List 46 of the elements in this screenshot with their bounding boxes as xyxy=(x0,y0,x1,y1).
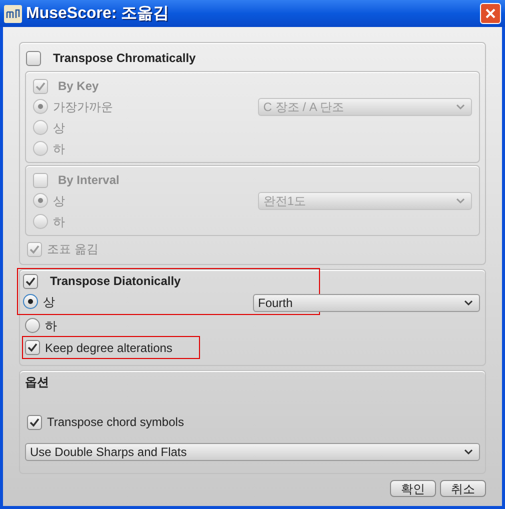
dropdown[interactable]: Use Double Sharps and Flats xyxy=(25,443,480,461)
dropdown[interactable]: Fourth xyxy=(253,294,480,312)
checkbox[interactable] xyxy=(33,78,48,94)
radio-button[interactable] xyxy=(23,294,38,309)
checkbox-label: Keep degree alterations xyxy=(45,340,172,356)
radio-label: 상 xyxy=(53,192,65,210)
window-title: MuseScore: 조옮김 xyxy=(26,4,170,24)
section-title: Transpose Diatonically xyxy=(50,273,181,290)
radio-button[interactable] xyxy=(33,120,48,135)
radio-label: 상 xyxy=(43,294,55,310)
checkbox[interactable] xyxy=(26,50,41,66)
radio-label: 하 xyxy=(53,140,65,158)
section-title: 옵션 xyxy=(25,374,50,391)
radio-button[interactable] xyxy=(33,193,48,208)
radio-button[interactable] xyxy=(25,318,40,333)
check-icon xyxy=(29,416,40,428)
checkbox[interactable] xyxy=(33,172,48,188)
check-icon xyxy=(27,342,38,353)
chevron-down-icon xyxy=(456,104,465,110)
check-icon xyxy=(25,276,36,286)
radio-label: 하 xyxy=(53,214,65,230)
check-icon xyxy=(29,244,40,254)
checkbox[interactable] xyxy=(27,414,42,430)
app-icon xyxy=(4,4,22,22)
checkbox-label: Transpose chord symbols xyxy=(47,414,184,431)
radio-label: 하 xyxy=(45,318,57,334)
checkbox-label: 조표 옮김 xyxy=(47,241,98,258)
chevron-down-icon xyxy=(464,300,473,306)
close-button[interactable] xyxy=(480,3,501,24)
group-title: By Key xyxy=(58,78,99,95)
chevron-down-icon xyxy=(464,449,473,455)
radio-label: 가장가까운 xyxy=(53,98,113,116)
dialog-button[interactable]: 확인 xyxy=(390,480,436,497)
dialog-button[interactable]: 취소 xyxy=(440,480,486,497)
section-title: Transpose Chromatically xyxy=(53,50,196,67)
checkbox[interactable] xyxy=(27,242,42,256)
radio-button[interactable] xyxy=(33,214,48,229)
radio-button[interactable] xyxy=(33,99,48,114)
group-title: By Interval xyxy=(58,172,120,189)
radio-button[interactable] xyxy=(33,141,48,156)
checkbox[interactable] xyxy=(25,340,40,355)
chevron-down-icon xyxy=(456,198,465,204)
checkbox[interactable] xyxy=(23,274,38,288)
radio-label: 상 xyxy=(53,120,65,136)
close-icon xyxy=(485,8,496,19)
check-icon xyxy=(35,80,46,92)
